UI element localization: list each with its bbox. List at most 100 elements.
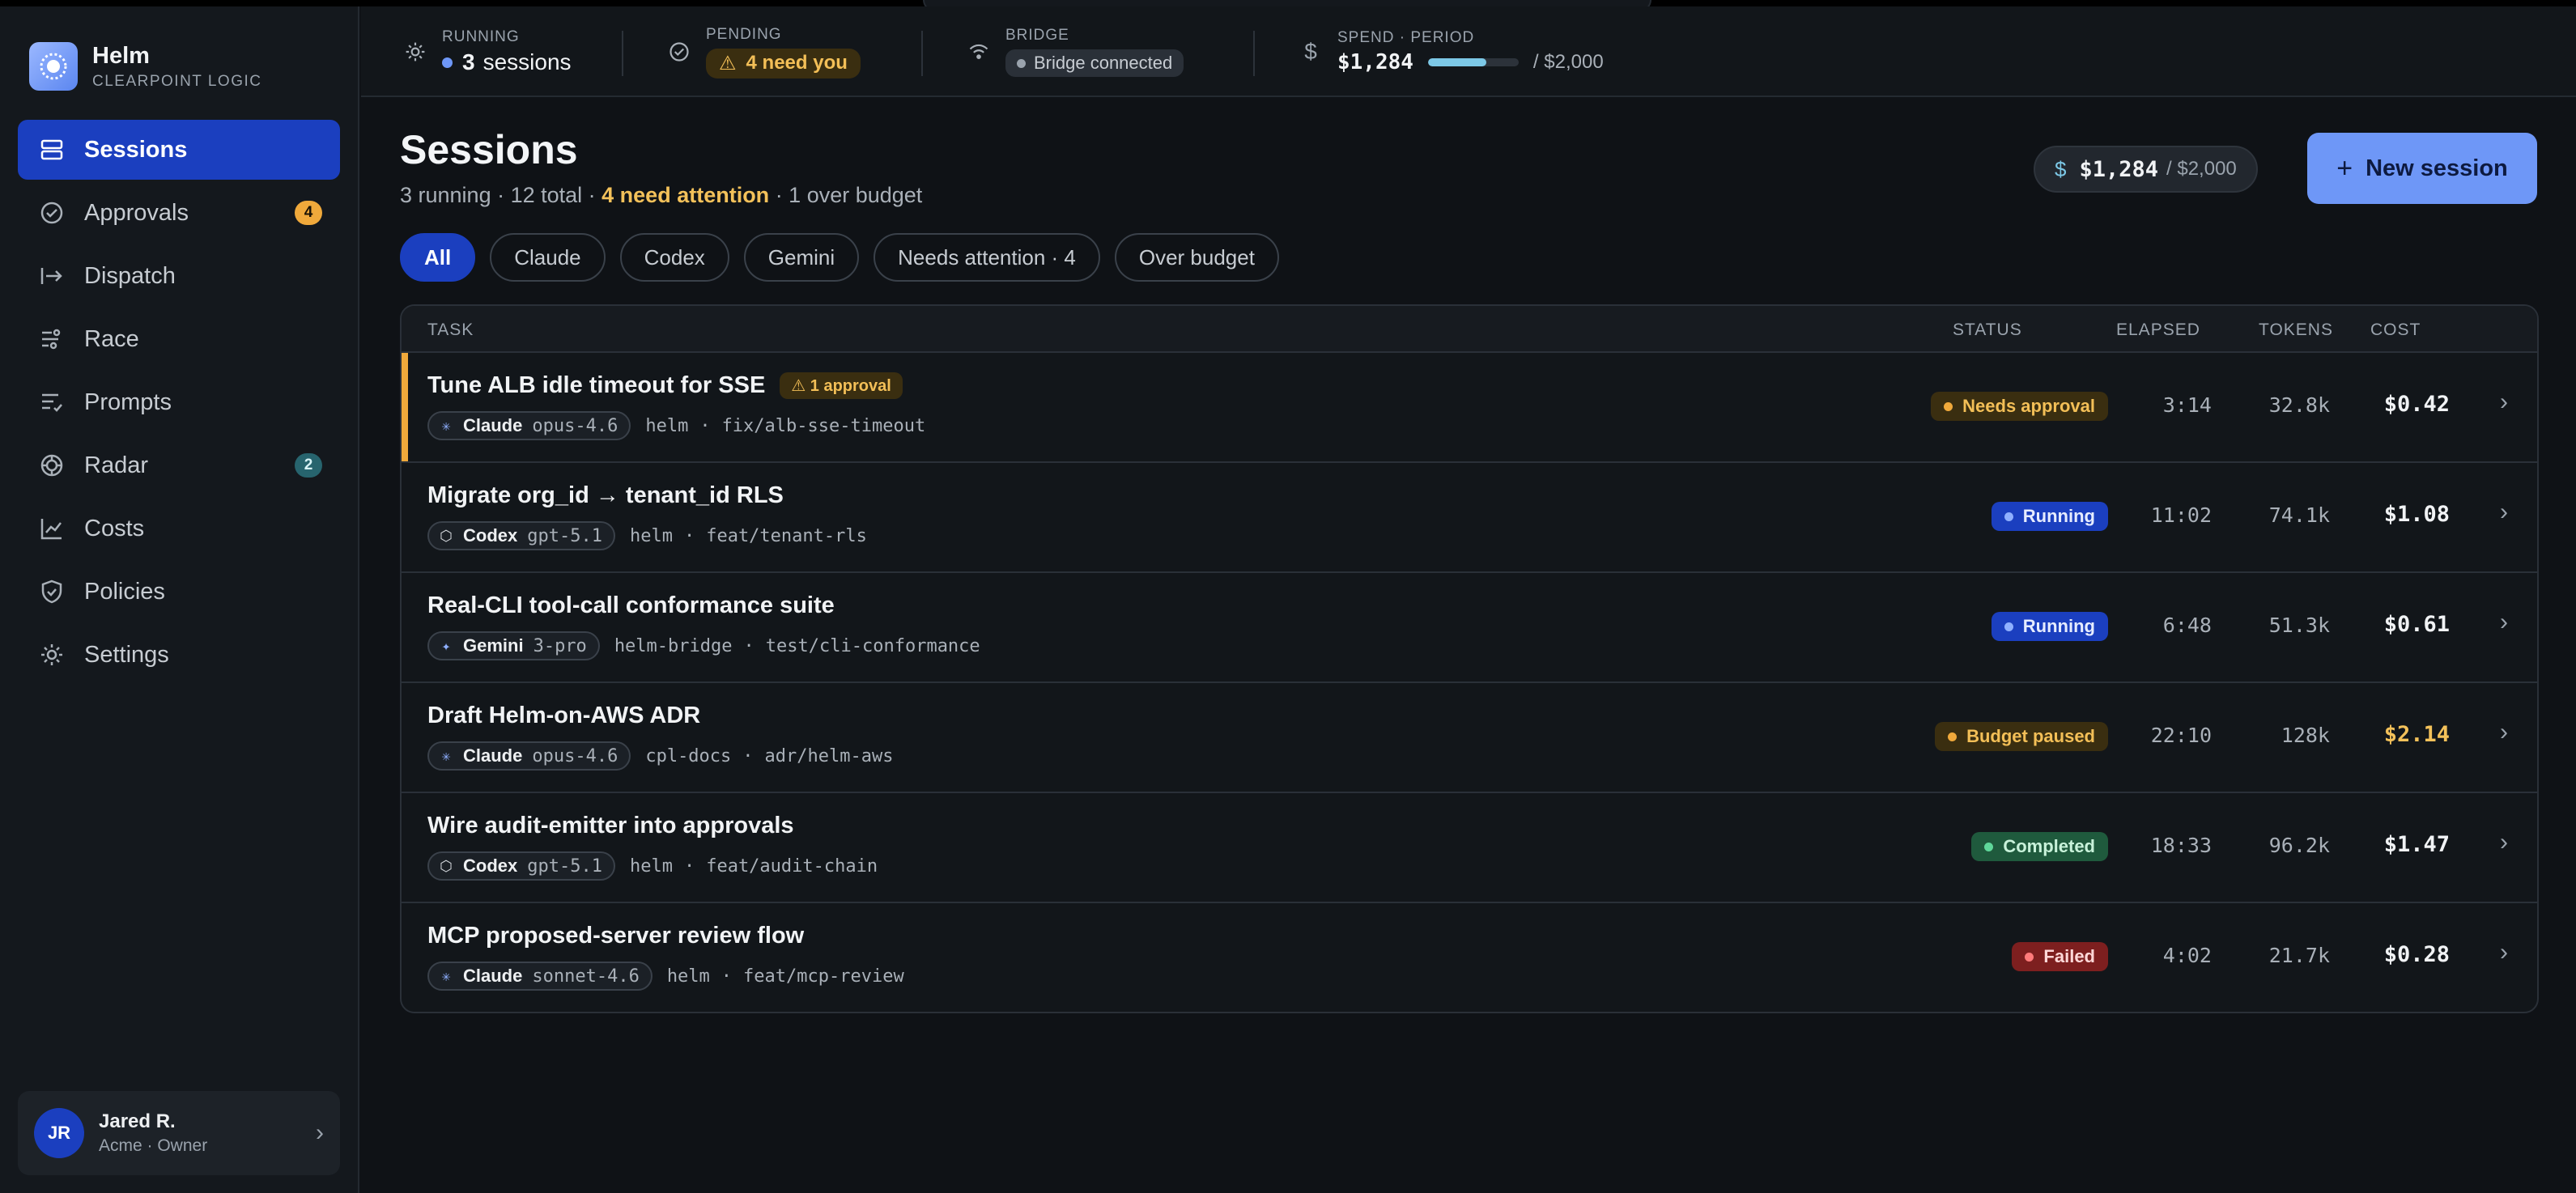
agent-model: gpt-5.1 — [527, 855, 602, 877]
status-bar: RUNNING 3 sessions PENDING ⚠ 4 need you — [361, 6, 2576, 97]
agent-name: Claude — [463, 745, 523, 766]
agent-name: Codex — [463, 855, 518, 876]
filter-gemini[interactable]: Gemini — [743, 233, 860, 282]
table-row[interactable]: Real-CLI tool-call conformance suite ✦ G… — [402, 573, 2537, 683]
table-row[interactable]: Draft Helm-on-AWS ADR ✳ Claude opus-4.6 … — [402, 683, 2537, 793]
tokens-value: 128k — [2281, 724, 2330, 747]
table-row[interactable]: Migrate org_id → tenant_id RLS ⬡ Codex g… — [402, 463, 2537, 573]
agent-model: opus-4.6 — [532, 745, 618, 766]
bridge-stat[interactable]: BRIDGE Bridge connected — [965, 6, 1184, 97]
sidebar-item-settings[interactable]: Settings — [18, 625, 340, 685]
sidebar-item-label: Costs — [84, 515, 145, 541]
header-status[interactable]: STATUS — [1953, 321, 2022, 340]
sidebar-item-prompts[interactable]: Prompts — [18, 372, 340, 432]
chevron-right-icon[interactable]: › — [2500, 499, 2508, 526]
running-unit: sessions — [482, 49, 572, 74]
policies-icon — [37, 577, 66, 606]
branch-name: fix/alb-sse-timeout — [721, 415, 926, 436]
agent-name: Claude — [463, 415, 523, 435]
status-badge: Needs approval — [1931, 392, 2108, 421]
sidebar-item-label: Prompts — [84, 388, 172, 415]
spend-stat[interactable]: $ SPEND · PERIOD $1,284 / $2,000 — [1297, 6, 1603, 97]
radar-count-badge: 2 — [295, 453, 322, 478]
settings-icon — [37, 640, 66, 669]
sidebar-item-dispatch[interactable]: Dispatch — [18, 246, 340, 306]
sidebar-nav: Sessions Approvals 4 Dispatch Race Promp… — [18, 120, 340, 688]
cost-value: $0.61 — [2383, 612, 2450, 637]
branch-name: feat/tenant-rls — [706, 525, 867, 546]
sessions-table: TASK STATUS ELAPSED TOKENS COST Tune ALB… — [400, 304, 2539, 1013]
wifi-icon — [965, 38, 993, 66]
agent-chip: ✳ Claude opus-4.6 — [427, 741, 631, 771]
task-title: Migrate org_id → tenant_id RLS — [427, 482, 784, 508]
table-row[interactable]: Tune ALB idle timeout for SSE ⚠ 1 approv… — [402, 353, 2537, 463]
dollar-icon: $ — [1304, 39, 1317, 64]
approval-badge: ⚠ 1 approval — [780, 372, 903, 399]
chevron-right-icon[interactable]: › — [2500, 719, 2508, 746]
agent-chip: ⬡ Codex gpt-5.1 — [427, 521, 615, 550]
sidebar-item-label: Radar — [84, 452, 148, 478]
filter-codex[interactable]: Codex — [619, 233, 729, 282]
repo-name: helm — [645, 415, 689, 436]
dispatch-icon — [37, 261, 66, 291]
budget-chip[interactable]: $ $1,284 / $2,000 — [2034, 146, 2258, 193]
header-elapsed[interactable]: ELAPSED — [2116, 321, 2200, 340]
chevron-right-icon[interactable]: › — [2500, 939, 2508, 966]
new-session-label: New session — [2366, 155, 2508, 181]
sidebar-item-approvals[interactable]: Approvals 4 — [18, 183, 340, 243]
filter-over-budget[interactable]: Over budget — [1114, 233, 1279, 282]
running-stat[interactable]: RUNNING 3 sessions — [402, 6, 572, 97]
gear-icon — [402, 38, 429, 66]
repo-name: helm — [666, 966, 710, 987]
header-cost[interactable]: COST — [2370, 321, 2421, 340]
chevron-right-icon[interactable]: › — [2500, 829, 2508, 856]
sidebar-item-label: Settings — [84, 641, 169, 668]
cost-value: $0.28 — [2383, 942, 2450, 967]
elapsed-value: 22:10 — [2150, 724, 2212, 747]
sidebar-item-costs[interactable]: Costs — [18, 499, 340, 558]
chevron-right-icon[interactable]: › — [2500, 388, 2508, 416]
sidebar-item-race[interactable]: Race — [18, 309, 340, 369]
user-role: Acme · Owner — [99, 1136, 208, 1155]
task-title: Real-CLI tool-call conformance suite — [427, 592, 835, 618]
check-circle-icon — [665, 38, 693, 66]
sidebar-item-sessions[interactable]: Sessions — [18, 120, 340, 180]
chevron-right-icon[interactable]: › — [2500, 609, 2508, 636]
filter-all[interactable]: All — [400, 233, 476, 282]
agent-name: Codex — [463, 525, 518, 546]
cost-value: $0.42 — [2383, 392, 2450, 417]
subtitle-budget: · 1 over budget — [769, 183, 923, 207]
subtitle-attention: 4 need attention — [601, 183, 770, 207]
status-badge: Budget paused — [1935, 722, 2108, 751]
tokens-value: 32.8k — [2268, 393, 2330, 417]
header-task[interactable]: TASK — [427, 321, 474, 340]
cost-value: $2.14 — [2383, 722, 2450, 747]
agent-chip: ✳ Claude opus-4.6 — [427, 411, 631, 440]
branch-name: test/cli-conformance — [765, 635, 980, 656]
header-tokens[interactable]: TOKENS — [2259, 321, 2333, 340]
table-row[interactable]: Wire audit-emitter into approvals ⬡ Code… — [402, 793, 2537, 903]
spend-label: SPEND · PERIOD — [1337, 29, 1475, 46]
sidebar-item-policies[interactable]: Policies — [18, 562, 340, 622]
table-row[interactable]: MCP proposed-server review flow ✳ Claude… — [402, 903, 2537, 1012]
new-session-button[interactable]: + New session — [2307, 133, 2537, 204]
user-name: Jared R. — [99, 1110, 176, 1132]
filter-needs-attention[interactable]: Needs attention · 4 — [874, 233, 1100, 282]
filter-claude[interactable]: Claude — [490, 233, 606, 282]
sidebar-item-radar[interactable]: Radar 2 — [18, 435, 340, 495]
cost-value: $1.08 — [2383, 502, 2450, 527]
brand[interactable]: Helm CLEARPOINT LOGIC — [29, 42, 261, 91]
agent-name: Claude — [463, 966, 523, 986]
user-menu[interactable]: JR Jared R. Acme · Owner › — [18, 1091, 340, 1175]
pending-stat[interactable]: PENDING ⚠ 4 need you — [665, 6, 861, 97]
page-title: Sessions — [400, 127, 578, 172]
spend-progress-bar — [1427, 58, 1519, 66]
running-dot — [442, 57, 453, 68]
agent-chip: ✳ Claude sonnet-4.6 — [427, 962, 653, 991]
separator-dot: · — [743, 635, 755, 656]
tokens-value: 51.3k — [2268, 613, 2330, 637]
sessions-icon — [37, 135, 66, 164]
repo-name: helm — [629, 855, 673, 877]
bridge-label: BRIDGE — [1005, 27, 1069, 44]
subtitle-counts: 3 running · 12 total · — [400, 183, 602, 207]
